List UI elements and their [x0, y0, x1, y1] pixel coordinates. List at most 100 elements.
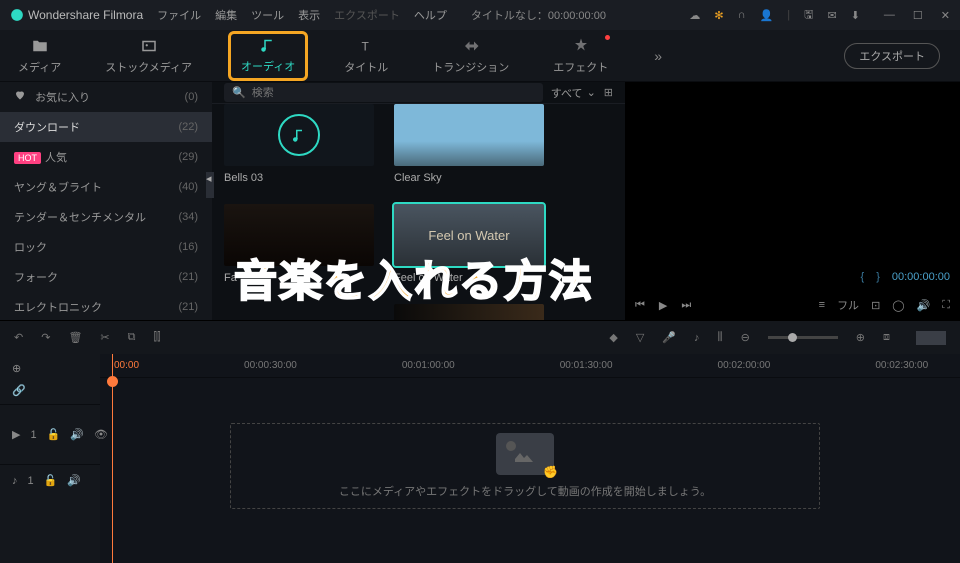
- menu-file[interactable]: ファイル: [157, 7, 201, 23]
- thumb-cello[interactable]: Fa: [224, 204, 374, 284]
- mute-icon[interactable]: 🔊: [70, 428, 84, 441]
- menu-export[interactable]: エクスポート: [334, 7, 400, 23]
- preview-full-label[interactable]: フル: [837, 297, 859, 313]
- effect-icon: [572, 37, 590, 55]
- menu-help[interactable]: ヘルプ: [414, 7, 447, 23]
- mail-icon[interactable]: ✉: [827, 9, 836, 22]
- tab-effect[interactable]: エフェクト: [545, 33, 616, 79]
- quality-menu-icon[interactable]: ≡: [819, 299, 825, 311]
- thumb-unexp[interactable]: nexp: [394, 304, 544, 320]
- time-ruler[interactable]: 00:00 00:00:30:00 00:01:00:00 00:01:30:0…: [100, 354, 960, 378]
- delete-icon[interactable]: 🗑: [68, 331, 82, 344]
- tab-stock[interactable]: ストックメディア: [97, 33, 200, 79]
- menu-tool[interactable]: ツール: [251, 7, 284, 23]
- adjust-icon[interactable]: ⫿⫿: [153, 331, 160, 344]
- sidebar-item-favorites[interactable]: お気に入り (0): [0, 82, 212, 112]
- sidebar-young-count: (40): [178, 181, 198, 193]
- sidebar-item-rock[interactable]: ロック (16): [0, 232, 212, 262]
- audio-note-icon: [278, 114, 320, 156]
- fullscreen-icon[interactable]: ⛶: [942, 299, 950, 312]
- thumbnail-grid: Bells 03 Clear Sky Fa Feel on Water Feel…: [212, 104, 625, 320]
- sidebar-item-electro[interactable]: エレクトロニック (21): [0, 292, 212, 322]
- timeline-scrollbar[interactable]: [916, 331, 946, 345]
- search-box[interactable]: 🔍: [224, 83, 543, 102]
- link-icon[interactable]: 🔗: [12, 384, 88, 397]
- display-icon[interactable]: ⊡: [871, 299, 880, 312]
- mic-icon[interactable]: 🎤: [662, 331, 676, 344]
- tab-audio[interactable]: オーディオ: [228, 31, 308, 81]
- audio-track-head[interactable]: ♪ 1 🔓 🔊: [0, 464, 100, 496]
- mixer-icon[interactable]: ⫼: [718, 331, 723, 344]
- zoom-fit-icon[interactable]: ⧈: [883, 331, 890, 344]
- prev-frame-icon[interactable]: ⏮: [635, 299, 645, 312]
- sidebar-item-folk[interactable]: フォーク (21): [0, 262, 212, 292]
- sort-select[interactable]: すべて ⌄: [551, 85, 596, 101]
- cloud-icon[interactable]: ☁: [689, 9, 700, 22]
- expand-tabs-button[interactable]: »: [654, 48, 662, 64]
- thumb-bells[interactable]: Bells 03: [224, 104, 374, 184]
- video-track-head[interactable]: ▶ 1 🔓 🔊 👁: [0, 404, 100, 464]
- sidebar-tender-label: テンダー＆センチメンタル: [14, 209, 146, 225]
- zoom-in-icon[interactable]: ⊕: [856, 331, 865, 344]
- volume-icon[interactable]: 🔊: [917, 299, 931, 312]
- timeline-right[interactable]: 00:00 00:00:30:00 00:01:00:00 00:01:30:0…: [100, 354, 960, 563]
- collapse-handle[interactable]: ◂: [206, 172, 214, 198]
- menu-edit[interactable]: 編集: [215, 7, 237, 23]
- redo-icon[interactable]: ↷: [41, 331, 50, 344]
- undo-icon[interactable]: ↶: [14, 331, 23, 344]
- sidebar: お気に入り (0) ダウンロード (22) HOT人気 (29) ヤング＆ブライ…: [0, 82, 212, 320]
- user-icon[interactable]: 👤: [760, 9, 774, 22]
- headphone-icon[interactable]: ∩: [738, 9, 746, 21]
- tab-title[interactable]: T タイトル: [336, 33, 396, 79]
- stock-icon: [140, 37, 158, 55]
- download-icon[interactable]: ⬇: [851, 9, 860, 22]
- close-button[interactable]: ✕: [941, 9, 950, 22]
- shield-icon[interactable]: ▽: [636, 331, 644, 344]
- lock-icon[interactable]: 🔓: [47, 428, 61, 441]
- music-icon: [259, 36, 277, 54]
- tab-media-label: メディア: [18, 59, 61, 75]
- timeline-body[interactable]: ✊ ここにメディアやエフェクトをドラッグして動画の作成を開始しましょう。: [100, 378, 960, 563]
- timeline-left: ⊕ 🔗 ▶ 1 🔓 🔊 👁 ♪ 1 🔓 🔊: [0, 354, 100, 563]
- sidebar-item-popular[interactable]: HOT人気 (29): [0, 142, 212, 172]
- add-track-icon[interactable]: ⊕: [12, 362, 88, 375]
- playhead[interactable]: [112, 354, 113, 563]
- marker-icon[interactable]: ◆: [609, 331, 617, 344]
- tab-transition[interactable]: トランジション: [424, 33, 517, 79]
- search-input[interactable]: [252, 87, 535, 99]
- mute-icon[interactable]: 🔊: [67, 474, 81, 487]
- sidebar-item-tender[interactable]: テンダー＆センチメンタル (34): [0, 202, 212, 232]
- thumb-water[interactable]: Feel on Water Feel on Water: [394, 204, 544, 284]
- audio-track-icon: ♪: [12, 475, 18, 487]
- export-button[interactable]: エクスポート: [844, 43, 940, 69]
- tab-media[interactable]: メディア: [10, 33, 69, 79]
- thumb-sky[interactable]: Clear Sky: [394, 104, 544, 184]
- next-frame-icon[interactable]: ⏭: [681, 299, 691, 312]
- zoom-slider[interactable]: [768, 336, 838, 339]
- bracket-left[interactable]: {: [861, 271, 865, 283]
- menu-view[interactable]: 表示: [298, 7, 320, 23]
- minimize-button[interactable]: —: [884, 9, 895, 22]
- dropzone-text: ここにメディアやエフェクトをドラッグして動画の作成を開始しましょう。: [339, 483, 711, 499]
- music-tool-icon[interactable]: ♪: [694, 332, 700, 344]
- thumb-sky-img: [394, 104, 544, 166]
- lock-icon[interactable]: 🔓: [44, 474, 58, 487]
- titlebar: Wondershare Filmora ファイル 編集 ツール 表示 エクスポー…: [0, 0, 960, 30]
- sidebar-item-young[interactable]: ヤング＆ブライト (40): [0, 172, 212, 202]
- maximize-button[interactable]: ☐: [913, 9, 923, 22]
- grid-view-icon[interactable]: ⊞: [604, 86, 613, 99]
- zoom-out-icon[interactable]: ⊖: [741, 331, 750, 344]
- heart-icon: [14, 89, 26, 101]
- ruler-t1: 00:00:30:00: [244, 360, 297, 371]
- play-icon[interactable]: ▶: [659, 299, 667, 312]
- tab-effect-label: エフェクト: [553, 59, 608, 75]
- save-icon[interactable]: 🖫: [804, 6, 813, 25]
- crop-icon[interactable]: ⧉: [128, 331, 136, 344]
- bulb-icon[interactable]: ✻: [714, 9, 723, 22]
- sidebar-fav-label: お気に入り: [35, 92, 90, 104]
- dropzone[interactable]: ✊ ここにメディアやエフェクトをドラッグして動画の作成を開始しましょう。: [230, 423, 820, 509]
- sidebar-item-download[interactable]: ダウンロード (22): [0, 112, 212, 142]
- bracket-right[interactable]: }: [876, 271, 880, 283]
- snapshot-icon[interactable]: ◯: [892, 299, 904, 312]
- cut-icon[interactable]: ✂: [100, 331, 109, 344]
